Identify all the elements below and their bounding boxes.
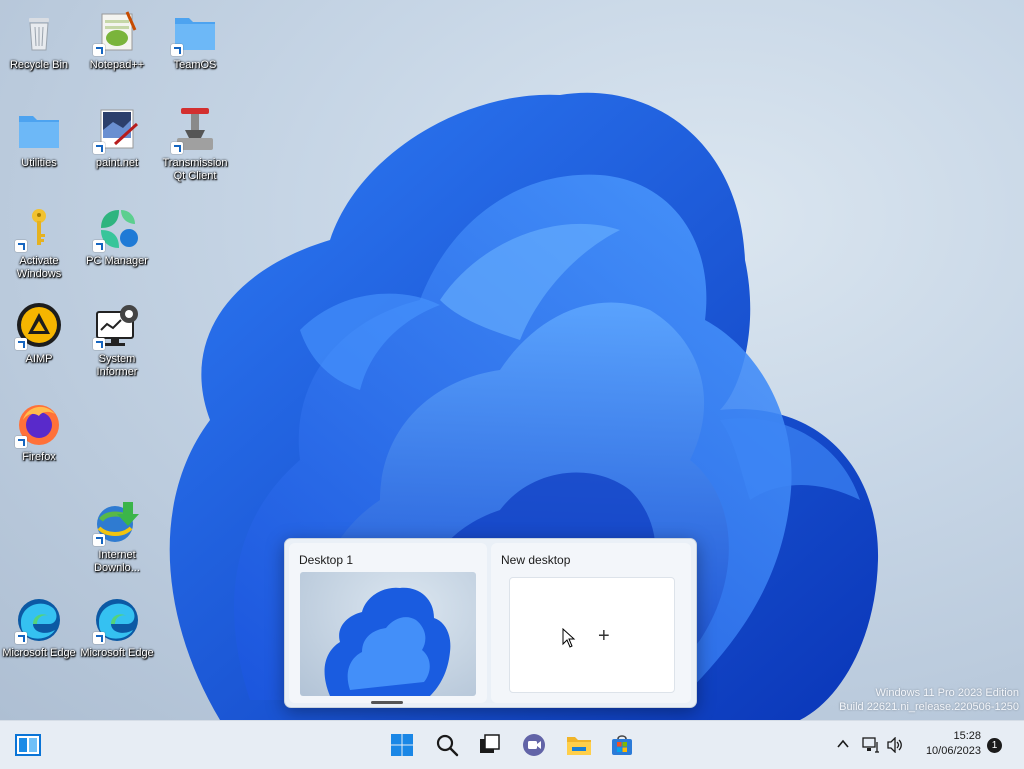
- internet-download-manager-icon: [93, 498, 141, 546]
- shortcut-arrow-icon: [93, 240, 105, 252]
- folder-icon: [171, 8, 219, 56]
- add-desktop-icon: +: [598, 625, 610, 647]
- show-hidden-icons-button[interactable]: [836, 737, 850, 756]
- icon-label: Microsoft Edge: [2, 647, 76, 659]
- new-desktop-button[interactable]: +: [509, 577, 675, 693]
- key-icon: [15, 204, 63, 252]
- icon-label: Activate Windows: [16, 255, 62, 280]
- network-button[interactable]: [862, 737, 880, 758]
- recycle-bin-icon: [15, 8, 63, 56]
- shortcut-arrow-icon: [171, 142, 183, 154]
- start-button[interactable]: [386, 729, 418, 761]
- icon-label: Microsoft Edge: [80, 647, 154, 659]
- task-switch-button[interactable]: [473, 729, 505, 761]
- icon-label: Internet Downlo...: [94, 549, 140, 574]
- network-icon: [862, 737, 879, 753]
- start-icon: [391, 734, 413, 756]
- icon-label: Firefox: [22, 451, 56, 463]
- notepad-plus-plus-icon: [93, 8, 141, 56]
- activate-windows-desktop-icon[interactable]: Activate Windows: [0, 204, 78, 281]
- shortcut-arrow-icon: [15, 240, 27, 252]
- flyout-indicator: [371, 701, 403, 704]
- aimp-desktop-icon[interactable]: AIMP: [0, 302, 78, 366]
- icon-label: Transmission Qt Client: [162, 157, 228, 182]
- notepad-plus-plus-desktop-icon[interactable]: Notepad++: [78, 8, 156, 72]
- watermark-build: Build 22621.ni_release.220506-1250: [839, 701, 1019, 713]
- shortcut-arrow-icon: [93, 44, 105, 56]
- virtual-desktops-flyout: Desktop 1 New desktop +: [284, 538, 697, 708]
- utilities-folder-desktop-icon[interactable]: Utilities: [0, 106, 78, 170]
- desktop-thumbnail: [300, 572, 476, 696]
- icon-label: AIMP: [25, 353, 53, 365]
- pc-manager-icon: [93, 204, 141, 252]
- chevron-up-icon: [837, 739, 849, 748]
- new-desktop-tile[interactable]: New desktop +: [491, 543, 691, 703]
- desktop[interactable]: Recycle Bin Utilities Activate Windows A…: [0, 0, 1024, 720]
- file-explorer-button[interactable]: [563, 729, 595, 761]
- paint-net-icon: [93, 106, 141, 154]
- icon-label: paint.net: [95, 157, 139, 169]
- icon-label: Notepad++: [89, 59, 145, 71]
- teamos-folder-desktop-icon[interactable]: TeamOS: [156, 8, 234, 72]
- edge-icon: [15, 596, 63, 644]
- clock[interactable]: 15:28 10/06/2023: [926, 729, 981, 759]
- taskbar: 15:28 10/06/2023 1: [0, 720, 1024, 769]
- shortcut-arrow-icon: [15, 632, 27, 644]
- search-icon: [436, 734, 459, 757]
- edge-icon: [93, 596, 141, 644]
- virtual-desktop-title: New desktop: [501, 553, 571, 567]
- mouse-cursor-icon: [562, 628, 576, 648]
- search-button[interactable]: [431, 729, 463, 761]
- file-explorer-icon: [567, 737, 591, 755]
- teams-chat-button[interactable]: [518, 729, 550, 761]
- task-view-icon: [15, 734, 41, 756]
- edge-desktop-icon-2[interactable]: Microsoft Edge: [78, 596, 156, 660]
- clock-date: 10/06/2023: [925, 745, 981, 757]
- task-switch-icon: [480, 734, 500, 753]
- windows-build-watermark: Windows 11 Pro 2023 Edition Build 22621.…: [839, 686, 1019, 714]
- paint-net-desktop-icon[interactable]: paint.net: [78, 106, 156, 170]
- pc-manager-desktop-icon[interactable]: PC Manager: [78, 204, 156, 268]
- shortcut-arrow-icon: [93, 338, 105, 350]
- notification-badge[interactable]: 1: [987, 738, 1002, 753]
- icon-label: PC Manager: [86, 255, 148, 267]
- shortcut-arrow-icon: [15, 436, 27, 448]
- volume-button[interactable]: [887, 736, 905, 758]
- internet-download-manager-desktop-icon[interactable]: Internet Downlo...: [78, 498, 156, 575]
- virtual-desktop-title: Desktop 1: [299, 553, 354, 567]
- volume-icon: [887, 736, 902, 754]
- firefox-icon: [15, 400, 63, 448]
- transmission-icon: [171, 106, 219, 154]
- icon-label: Recycle Bin: [9, 59, 69, 71]
- icon-label: System Informer: [96, 353, 138, 378]
- edge-desktop-icon-1[interactable]: Microsoft Edge: [0, 596, 78, 660]
- system-informer-desktop-icon[interactable]: System Informer: [78, 302, 156, 379]
- watermark-edition: Windows 11 Pro 2023 Edition: [875, 687, 1020, 699]
- clock-time: 15:28: [953, 730, 981, 742]
- aimp-icon: [15, 302, 63, 350]
- shortcut-arrow-icon: [171, 44, 183, 56]
- shortcut-arrow-icon: [15, 338, 27, 350]
- virtual-desktop-1[interactable]: Desktop 1: [289, 543, 487, 703]
- recycle-bin-desktop-icon[interactable]: Recycle Bin: [0, 8, 78, 72]
- shortcut-arrow-icon: [93, 534, 105, 546]
- shortcut-arrow-icon: [93, 632, 105, 644]
- task-view-button[interactable]: [12, 729, 44, 761]
- transmission-desktop-icon[interactable]: Transmission Qt Client: [156, 106, 234, 183]
- microsoft-store-icon: [612, 735, 632, 755]
- shortcut-arrow-icon: [93, 142, 105, 154]
- firefox-desktop-icon[interactable]: Firefox: [0, 400, 78, 464]
- teams-chat-icon: [523, 734, 545, 756]
- microsoft-store-button[interactable]: [606, 729, 638, 761]
- icon-label: Utilities: [21, 157, 57, 169]
- icon-label: TeamOS: [173, 59, 217, 71]
- system-informer-icon: [93, 302, 141, 350]
- folder-icon: [15, 106, 63, 154]
